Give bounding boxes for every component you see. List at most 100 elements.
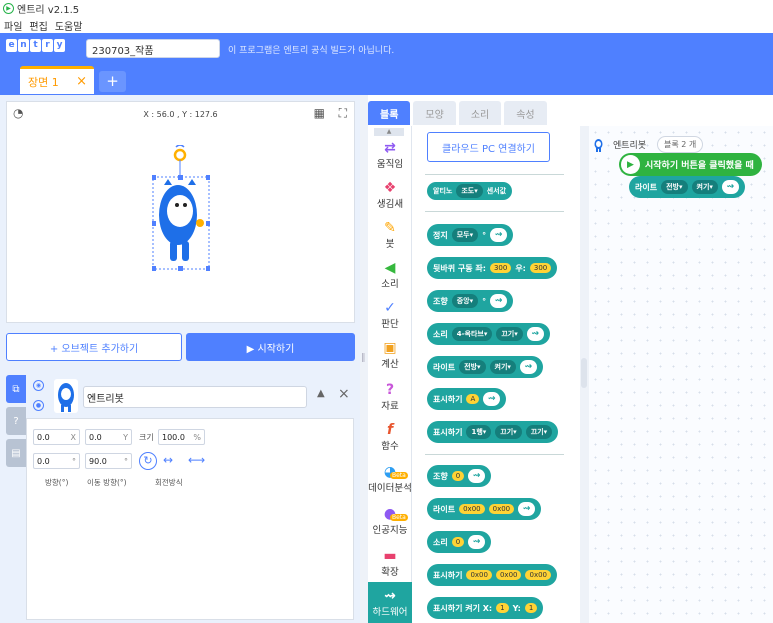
block-light[interactable]: 라이트 전방▾ 켜기▾ ⇝ <box>427 356 543 378</box>
block-input[interactable]: 0x00 <box>495 570 522 580</box>
block-input[interactable]: 300 <box>529 263 552 273</box>
block-text: 조향 <box>433 471 448 481</box>
block-input[interactable]: 0 <box>451 537 465 547</box>
scroll-handle[interactable] <box>581 358 587 388</box>
object-thumbnail <box>54 379 78 413</box>
menu-file[interactable]: 파일 <box>4 18 22 33</box>
start-button[interactable]: ▶ 시작하기 <box>186 333 355 361</box>
block-text: Y: <box>512 603 521 613</box>
block-display-row[interactable]: 표시하기 1행▾ 끄기▾ 끄기▾ <box>427 421 559 443</box>
speed-icon[interactable]: ◔ <box>13 106 23 120</box>
direction-field[interactable]: 0.0 ° <box>33 453 80 469</box>
block-dropdown[interactable]: 끄기▾ <box>495 425 522 439</box>
rotate-free-icon[interactable]: ↻ <box>139 452 157 470</box>
object-name-input[interactable]: 엔트리봇 <box>83 386 307 408</box>
tab-blocks[interactable]: 블록 <box>368 101 411 125</box>
move-direction-field[interactable]: 90.0 ° <box>85 453 132 469</box>
block-dropdown[interactable]: 중앙▾ <box>451 294 479 308</box>
size-field[interactable]: 100.0% <box>158 429 205 445</box>
block-dropdown[interactable]: 켜기▾ <box>489 360 516 374</box>
help-tab[interactable]: ? <box>6 407 26 435</box>
category-function[interactable]: f 함수 <box>368 416 412 462</box>
help-icon: ? <box>13 415 19 427</box>
block-dropdown[interactable]: 조도▾ <box>456 184 483 198</box>
visibility-icon[interactable]: ◉ <box>33 380 44 391</box>
workspace-light-block[interactable]: 라이트 전방▾ 켜기▾ ⇝ <box>629 176 745 198</box>
collapse-icon[interactable]: ▲ <box>317 388 325 399</box>
object-tab[interactable]: ⧉ <box>6 375 26 403</box>
block-input[interactable]: 0 <box>451 471 465 481</box>
block-stop[interactable]: 정지 모두▾ ° ⇝ <box>427 224 514 246</box>
app-logo-icon: ▶ <box>3 3 14 14</box>
category-label: 함수 <box>381 441 399 452</box>
block-dropdown[interactable]: 전방▾ <box>661 180 688 194</box>
grid-icon[interactable]: ▦ <box>314 106 325 120</box>
block-input[interactable]: 0x00 <box>466 570 492 580</box>
y-unit: Y <box>123 432 128 442</box>
lock-icon[interactable]: ● <box>33 400 44 411</box>
block-sound-value[interactable]: 소리 0 ⇝ <box>427 531 492 553</box>
sprite-selection[interactable] <box>151 144 211 271</box>
cloud-pc-connect-button[interactable]: 클라우드 PC 연결하기 <box>427 132 550 162</box>
block-input[interactable]: 0x00 <box>525 570 551 580</box>
block-steering[interactable]: 조향 중앙▾ ° ⇝ <box>427 290 514 312</box>
tab-scene-1[interactable]: 장면 1 × <box>20 66 94 94</box>
event-start-block[interactable]: ▶ 시작하기 버튼을 클릭했을 때 <box>619 153 762 176</box>
hardware-icon: ⇝ <box>490 294 508 308</box>
block-display-char[interactable]: 표시하기 A ⇝ <box>427 388 507 410</box>
block-sound-octave[interactable]: 소리 4-옥타브▾ 끄기▾ ⇝ <box>427 323 550 345</box>
block-input[interactable]: 0x00 <box>459 504 485 514</box>
rotate-horizontal-icon[interactable]: ↔ <box>163 453 173 467</box>
block-dropdown[interactable]: 끄기▾ <box>496 327 523 341</box>
x-field[interactable]: 0.0 X <box>33 429 80 445</box>
block-dropdown[interactable]: 켜기▾ <box>691 180 718 194</box>
block-display-hex[interactable]: 표시하기 0x00 0x00 0x00 <box>427 564 557 586</box>
block-dropdown[interactable]: 모두▾ <box>451 228 479 242</box>
beta-badge: Beta <box>390 514 408 521</box>
move-direction-unit: ° <box>124 456 128 466</box>
block-light-hex[interactable]: 라이트 0x00 0x00 ⇝ <box>427 498 542 520</box>
block-text: 우: <box>515 263 526 273</box>
block-input[interactable]: 0x00 <box>488 504 515 514</box>
delete-object-icon[interactable]: × <box>338 386 350 402</box>
block-rear-drive[interactable]: 뒷바퀴 구동 좌: 300 우: 300 <box>427 257 558 279</box>
tab-sounds[interactable]: 소리 <box>458 101 502 125</box>
block-display-on-xy[interactable]: 표시하기 켜기 X: 1 Y: 1 <box>427 597 544 619</box>
block-sensor-value[interactable]: 알티노 조도▾ 센서값 <box>427 182 513 200</box>
block-dropdown[interactable]: 1행▾ <box>466 425 492 439</box>
add-scene-button[interactable]: + <box>99 71 126 92</box>
pane-divider[interactable]: ‖ <box>360 95 368 623</box>
move-icon: ⇄ <box>384 140 396 156</box>
tab-shapes[interactable]: 모양 <box>413 101 456 125</box>
hardware-icon: ⇝ <box>483 392 501 406</box>
console-tab[interactable]: ▤ <box>6 439 26 467</box>
speaker-icon: ◀ <box>384 260 396 276</box>
project-name-input[interactable]: 230703_작품 <box>86 39 220 58</box>
tab-properties[interactable]: 속성 <box>504 101 547 125</box>
block-dropdown[interactable]: 전방▾ <box>459 360 486 374</box>
category-ai[interactable]: ● 인공지능 <box>368 500 412 546</box>
hardware-icon: ⇝ <box>518 502 536 516</box>
category-label: 확장 <box>381 567 399 578</box>
block-input[interactable]: 300 <box>489 263 512 273</box>
block-steering-value[interactable]: 조향 0 ⇝ <box>427 465 492 487</box>
palette-scrollbar[interactable] <box>580 126 589 623</box>
menu-edit[interactable]: 편집 <box>29 18 47 33</box>
code-workspace[interactable]: 엔트리봇 블록 2 개 ▶ 시작하기 버튼을 클릭했을 때 라이트 전방▾ 켜기… <box>589 126 773 623</box>
category-calc[interactable]: ▣ 계산 <box>368 334 412 380</box>
block-dropdown[interactable]: 4-옥타브▾ <box>451 327 493 341</box>
close-icon[interactable]: × <box>76 74 87 89</box>
fullscreen-icon[interactable]: ⛶ <box>339 106 347 121</box>
block-input[interactable]: 1 <box>496 603 509 613</box>
category-analysis[interactable]: ◕ 데이터분석 <box>368 458 412 504</box>
add-object-button[interactable]: + 오브젝트 추가하기 <box>6 333 182 361</box>
category-hardware[interactable]: ⇝ 하드웨어 <box>368 582 412 623</box>
coordinates-readout: X : 56.0 , Y : 127.6 <box>143 109 218 119</box>
block-input[interactable]: A <box>466 394 480 404</box>
menu-help[interactable]: 도움말 <box>55 18 83 33</box>
y-field[interactable]: 0.0 Y <box>85 429 132 445</box>
block-input[interactable]: 1 <box>524 603 538 613</box>
block-dropdown[interactable]: 끄기▾ <box>525 425 553 439</box>
size-unit: % <box>193 432 201 442</box>
rotate-none-icon[interactable]: ⟷ <box>188 453 205 467</box>
